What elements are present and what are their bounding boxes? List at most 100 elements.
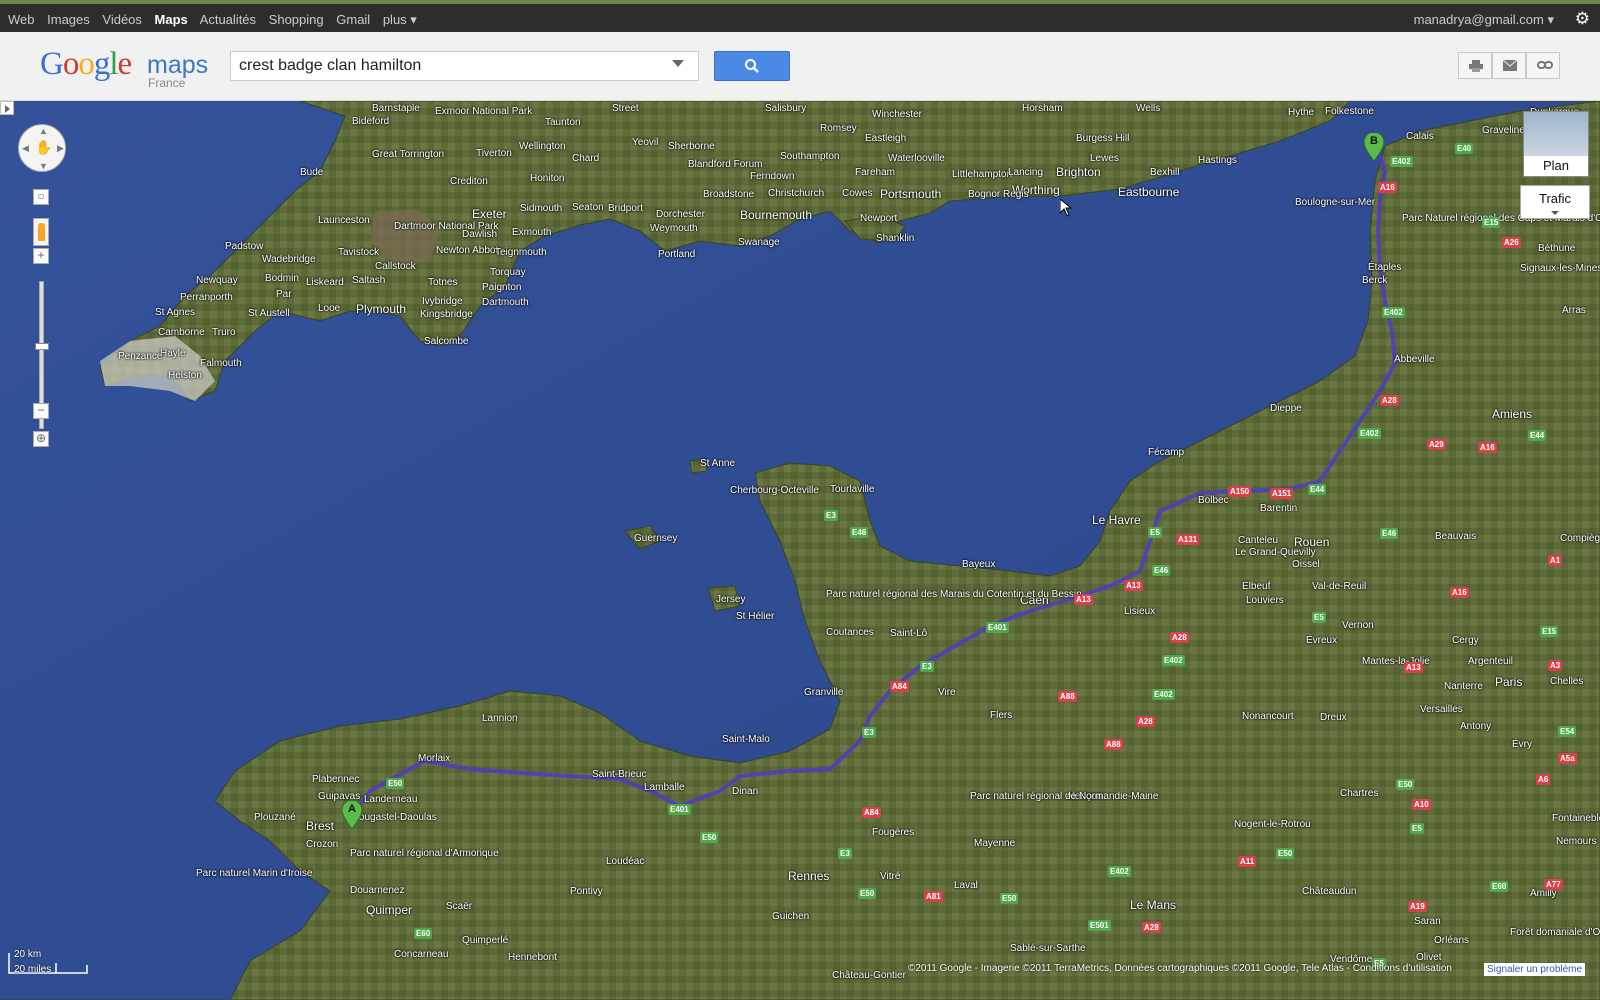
- nav-more[interactable]: plus ▾: [383, 12, 417, 27]
- nav-gmail[interactable]: Gmail: [336, 12, 370, 27]
- road-shield: A77: [1544, 879, 1563, 890]
- road-shield: A5a: [1558, 753, 1577, 764]
- place-label: Portland: [658, 249, 696, 260]
- road-shield: E402: [1390, 156, 1413, 167]
- place-label: Châteaudun: [1302, 886, 1357, 897]
- road-shield: E50: [858, 888, 877, 899]
- zoom-box-button[interactable]: ⊕: [33, 431, 49, 447]
- place-label: Évreux: [1306, 635, 1338, 646]
- place-label: Parc naturel régional de Normandie-Maine: [970, 791, 1159, 802]
- pan-up-icon[interactable]: ▲: [39, 126, 48, 136]
- traffic-button[interactable]: Trafic: [1520, 185, 1590, 219]
- street-view-pegman[interactable]: [33, 218, 49, 246]
- nav-shopping[interactable]: Shopping: [269, 12, 324, 27]
- place-label: Quimper: [366, 903, 413, 917]
- scale-miles: 20 miles: [14, 964, 52, 975]
- place-label: Bude: [300, 167, 324, 178]
- place-label: Hythe: [1288, 107, 1315, 118]
- search-history-dropdown-icon[interactable]: [672, 60, 684, 67]
- place-label: Guernsey: [634, 533, 678, 544]
- place-label: Berck: [1362, 275, 1388, 286]
- account-menu[interactable]: manadrya@gmail.com ▾: [1414, 12, 1554, 28]
- place-label: Lisieux: [1124, 606, 1156, 617]
- place-label: Plougastel-Daoulas: [350, 812, 437, 823]
- place-label: Le Grand-Quevilly: [1235, 547, 1316, 558]
- place-label: Chard: [572, 153, 600, 164]
- place-label: Plabennec: [312, 774, 360, 785]
- logo-letter: g: [93, 46, 110, 82]
- place-label: Dinan: [732, 786, 759, 797]
- place-label: Salisbury: [765, 103, 807, 114]
- place-label: Bexhill: [1150, 167, 1180, 178]
- place-label: Sherborne: [668, 141, 715, 152]
- road-shield: E5: [1410, 823, 1424, 834]
- logo-maps-text: maps: [147, 51, 209, 79]
- pan-down-icon[interactable]: ▼: [39, 161, 48, 171]
- road-shield: A28: [1142, 922, 1161, 933]
- email-button[interactable]: [1492, 52, 1526, 79]
- print-icon: [1469, 60, 1483, 72]
- link-button[interactable]: [1526, 52, 1560, 79]
- place-label: Nonancourt: [1242, 711, 1294, 722]
- place-label: Concarneau: [394, 949, 449, 960]
- place-label: Padstow: [225, 241, 264, 252]
- print-button[interactable]: [1458, 52, 1492, 79]
- place-label: Signaux-les-Mines: [1520, 263, 1600, 274]
- map-type-plan-button[interactable]: Plan: [1523, 111, 1589, 177]
- place-label: St Agnes: [155, 307, 196, 318]
- place-label: Loudéac: [606, 856, 645, 867]
- link-icon: [1537, 61, 1553, 69]
- place-label: Canteleu: [1238, 535, 1279, 546]
- marker-a-pin[interactable]: A: [341, 799, 363, 830]
- road-shield: E3: [838, 848, 852, 859]
- reset-view-button[interactable]: ○: [33, 189, 49, 205]
- nav-maps[interactable]: Maps: [155, 12, 188, 27]
- pan-left-icon[interactable]: ◀: [22, 143, 29, 154]
- place-label: Salcombe: [424, 336, 469, 347]
- place-label: Fécamp: [1148, 447, 1185, 458]
- road-shield: A81: [924, 891, 943, 902]
- report-problem-link[interactable]: Signaler un problème: [1484, 963, 1586, 976]
- place-label: Exmoor National Park: [435, 106, 533, 117]
- side-panel-toggle[interactable]: [0, 101, 14, 115]
- place-label: Morlaix: [418, 753, 451, 764]
- place-label: Eastleigh: [865, 133, 907, 144]
- place-label: Chartres: [1340, 788, 1379, 799]
- search-button[interactable]: [714, 51, 790, 81]
- road-shield: E501: [1088, 920, 1111, 931]
- place-label: St Hélier: [736, 611, 775, 622]
- place-label: Ferndown: [750, 171, 795, 182]
- place-label: Exmouth: [512, 227, 552, 238]
- search-input[interactable]: crest badge clan hamilton: [230, 51, 699, 81]
- road-shield: E54: [1558, 726, 1577, 737]
- road-shield: A10: [1412, 799, 1431, 810]
- google-top-bar: Web Images Vidéos Maps Actualités Shoppi…: [0, 0, 1600, 32]
- zoom-in-button[interactable]: +: [33, 248, 49, 264]
- place-label: Abbeville: [1394, 354, 1435, 365]
- logo-letter: o: [62, 46, 79, 82]
- pegman-icon: [38, 223, 45, 241]
- nav-actualites[interactable]: Actualités: [200, 12, 256, 27]
- place-label: Elbeuf: [1242, 581, 1271, 592]
- road-shield: A26: [1502, 237, 1521, 248]
- nav-videos[interactable]: Vidéos: [102, 12, 142, 27]
- road-shield: A16: [1378, 182, 1397, 193]
- place-label: Oissel: [1292, 559, 1320, 570]
- place-label: Winchester: [872, 109, 923, 120]
- place-label: Versailles: [1420, 704, 1463, 715]
- gear-icon[interactable]: ⚙: [1575, 10, 1590, 28]
- place-label: Guichen: [772, 911, 810, 922]
- place-label: Swanage: [738, 237, 780, 248]
- google-maps-logo[interactable]: Google maps France: [40, 47, 220, 93]
- marker-b-pin[interactable]: B: [1363, 131, 1385, 162]
- satellite-map[interactable]: Barnstaple Bideford Exmoor National Park Ta…: [0, 101, 1600, 1000]
- nav-web[interactable]: Web: [8, 12, 35, 27]
- place-label: Nemours: [1556, 836, 1597, 847]
- nav-images[interactable]: Images: [47, 12, 90, 27]
- pan-right-icon[interactable]: ▶: [57, 143, 64, 154]
- place-label: Teignmouth: [495, 247, 547, 258]
- zoom-slider-thumb[interactable]: [35, 343, 49, 350]
- pan-control[interactable]: ▲ ▼ ◀ ▶ ✋: [18, 124, 66, 172]
- zoom-out-button[interactable]: −: [33, 403, 49, 419]
- place-label: Laval: [954, 880, 978, 891]
